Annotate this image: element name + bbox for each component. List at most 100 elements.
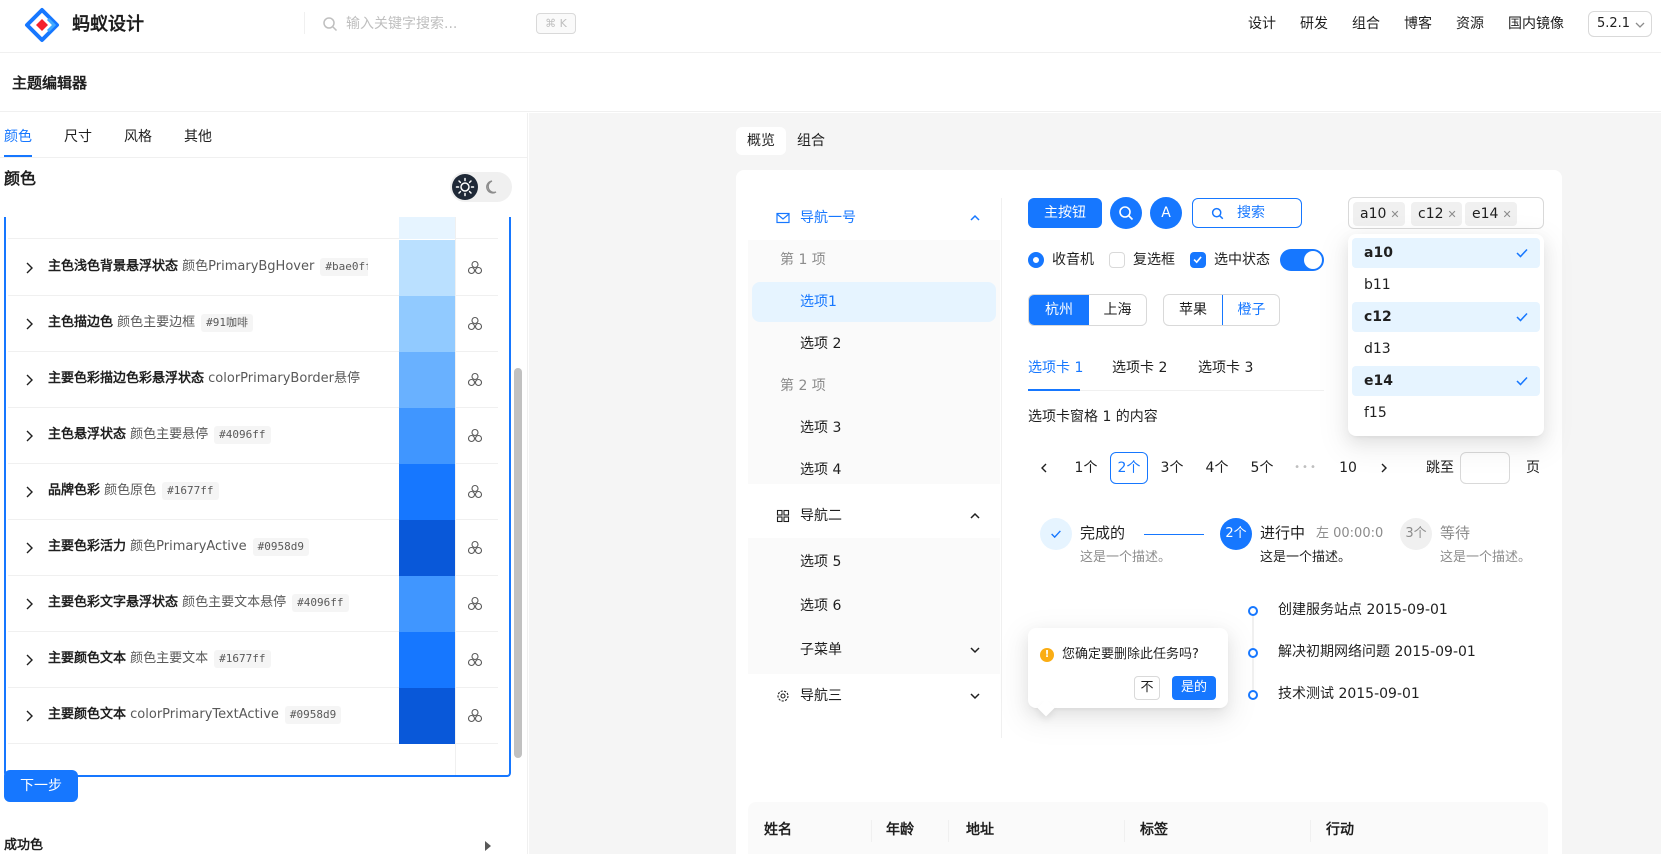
tab-2[interactable]: 选项卡 2 bbox=[1112, 358, 1167, 378]
color-palette-icon[interactable] bbox=[466, 539, 484, 557]
select-tag-e14[interactable]: e14 ✕ bbox=[1465, 202, 1517, 226]
menu-item-option-1[interactable]: 选项1 bbox=[752, 282, 996, 322]
brand-name[interactable]: 蚂蚁设计 bbox=[72, 13, 144, 37]
chevron-right-icon[interactable] bbox=[24, 542, 34, 554]
close-icon[interactable]: ✕ bbox=[1448, 203, 1457, 227]
color-swatch[interactable] bbox=[399, 296, 455, 352]
popconfirm-ok-button[interactable]: 是的 bbox=[1172, 676, 1216, 700]
chevron-right-icon[interactable] bbox=[24, 654, 34, 666]
pagination-ellipsis[interactable]: ••• bbox=[1286, 452, 1326, 484]
chevron-right-icon[interactable] bbox=[24, 486, 34, 498]
page-2[interactable]: 2个 bbox=[1110, 452, 1148, 484]
topmenu-design[interactable]: 设计 bbox=[1248, 14, 1276, 34]
page-10[interactable]: 10 bbox=[1328, 452, 1368, 484]
select-option[interactable]: b11 bbox=[1352, 270, 1540, 300]
topmenu-resources[interactable]: 资源 bbox=[1456, 14, 1484, 34]
select-option[interactable]: e14 bbox=[1352, 366, 1540, 396]
menu-nav-3[interactable]: 导航三 bbox=[748, 676, 1000, 716]
color-swatch[interactable] bbox=[399, 520, 455, 576]
menu-submenu[interactable]: 子菜单 bbox=[748, 630, 1000, 670]
page-4[interactable]: 4个 bbox=[1197, 452, 1237, 484]
radio-option-apple[interactable]: 苹果 bbox=[1164, 295, 1222, 325]
checkbox[interactable] bbox=[1109, 252, 1125, 268]
color-palette-icon[interactable] bbox=[466, 483, 484, 501]
radio-option-orange[interactable]: 橙子 bbox=[1222, 295, 1279, 325]
column-tags[interactable]: 标签 bbox=[1140, 820, 1168, 840]
topmenu-develop[interactable]: 研发 bbox=[1300, 14, 1328, 34]
color-palette-icon[interactable] bbox=[466, 595, 484, 613]
search-circle-button[interactable] bbox=[1110, 197, 1142, 229]
tab-1[interactable]: 选项卡 1 bbox=[1028, 358, 1083, 378]
token-row[interactable]: 主色描边色 颜色主要边框 #91咖啡 bbox=[8, 296, 498, 352]
step-3-icon[interactable]: 3个 bbox=[1400, 518, 1432, 550]
step-2-icon[interactable]: 2个 bbox=[1220, 518, 1252, 550]
page-5[interactable]: 5个 bbox=[1242, 452, 1282, 484]
column-action[interactable]: 行动 bbox=[1326, 820, 1354, 840]
color-palette-icon[interactable] bbox=[466, 651, 484, 669]
menu-item-option-6[interactable]: 选项 6 bbox=[748, 586, 1000, 626]
menu-nav-2[interactable]: 导航二 bbox=[748, 496, 1000, 536]
radio-button[interactable] bbox=[1028, 252, 1044, 268]
tab-overview[interactable]: 概览 bbox=[736, 127, 786, 155]
light-mode-button[interactable] bbox=[452, 174, 478, 200]
color-swatch[interactable] bbox=[399, 464, 455, 520]
caret-right-icon[interactable] bbox=[484, 841, 492, 851]
page-3[interactable]: 3个 bbox=[1152, 452, 1192, 484]
select-tag-c12[interactable]: c12 ✕ bbox=[1411, 202, 1462, 226]
primary-button[interactable]: 主按钮 bbox=[1028, 198, 1102, 228]
color-swatch[interactable] bbox=[399, 632, 455, 688]
color-swatch[interactable] bbox=[399, 240, 455, 296]
select-option[interactable]: d13 bbox=[1352, 334, 1540, 364]
token-row[interactable]: 主要色彩描边色彩悬浮状态 colorPrimaryBorder悬停 bbox=[8, 352, 498, 408]
color-palette-icon[interactable] bbox=[466, 707, 484, 725]
pagination-next-icon[interactable] bbox=[1378, 462, 1390, 474]
close-icon[interactable]: ✕ bbox=[1502, 203, 1511, 227]
color-swatch[interactable] bbox=[399, 576, 455, 632]
topmenu-mirror[interactable]: 国内镜像 bbox=[1508, 14, 1564, 34]
search-button[interactable]: 搜索 bbox=[1192, 198, 1302, 228]
chevron-right-icon[interactable] bbox=[24, 374, 34, 386]
version-select[interactable]: 5.2.1 bbox=[1588, 11, 1652, 37]
pagination-prev-icon[interactable] bbox=[1038, 462, 1050, 474]
chevron-right-icon[interactable] bbox=[24, 262, 34, 274]
jump-page-input[interactable] bbox=[1460, 452, 1510, 484]
checked-checkbox[interactable] bbox=[1190, 252, 1206, 268]
column-age[interactable]: 年龄 bbox=[886, 820, 914, 840]
radio-option-shanghai[interactable]: 上海 bbox=[1089, 295, 1146, 325]
select-tag-a10[interactable]: a10 ✕ bbox=[1353, 202, 1405, 226]
color-swatch[interactable] bbox=[399, 352, 455, 408]
column-name[interactable]: 姓名 bbox=[764, 820, 792, 840]
light-dark-toggle[interactable] bbox=[450, 172, 512, 202]
menu-item-option-3[interactable]: 选项 3 bbox=[748, 408, 1000, 448]
topmenu-components[interactable]: 组合 bbox=[1352, 14, 1380, 34]
moon-icon[interactable] bbox=[484, 178, 502, 196]
radio-option-hangzhou[interactable]: 杭州 bbox=[1029, 295, 1089, 325]
token-row[interactable]: 主要颜色文本 colorPrimaryTextActive #0958d9 bbox=[8, 688, 498, 744]
tab-composition[interactable]: 组合 bbox=[786, 127, 836, 155]
next-step-button[interactable]: 下一步 bbox=[4, 770, 78, 802]
tab-size[interactable]: 尺寸 bbox=[64, 127, 92, 147]
toggle-switch[interactable] bbox=[1280, 249, 1324, 271]
avatar-circle-button[interactable]: A bbox=[1150, 197, 1182, 229]
token-row[interactable]: 品牌色彩 颜色原色 #1677ff bbox=[8, 464, 498, 520]
chevron-right-icon[interactable] bbox=[24, 430, 34, 442]
token-row[interactable]: 主色浅色背景悬浮状态 颜色PrimaryBgHover #bae0ff bbox=[8, 240, 498, 296]
token-row[interactable]: 主要颜色文本 颜色主要文本 #1677ff bbox=[8, 632, 498, 688]
chevron-right-icon[interactable] bbox=[24, 710, 34, 722]
scrollbar-thumb[interactable] bbox=[514, 368, 522, 758]
menu-nav-1[interactable]: 导航一号 bbox=[748, 198, 1000, 238]
token-row[interactable]: 主要色彩文字悬浮状态 颜色主要文本悬停 #4096ff bbox=[8, 576, 498, 632]
tab-other[interactable]: 其他 bbox=[184, 127, 212, 147]
color-swatch[interactable] bbox=[399, 217, 455, 239]
multi-select[interactable]: a10 ✕ c12 ✕ e14 ✕ bbox=[1348, 197, 1544, 229]
menu-item-option-4[interactable]: 选项 4 bbox=[748, 450, 1000, 490]
site-search-input[interactable] bbox=[346, 12, 526, 36]
select-option[interactable]: a10 bbox=[1352, 238, 1540, 268]
chevron-right-icon[interactable] bbox=[24, 318, 34, 330]
color-swatch[interactable] bbox=[399, 688, 455, 744]
color-palette-icon[interactable] bbox=[466, 427, 484, 445]
tab-color[interactable]: 颜色 bbox=[4, 127, 32, 147]
select-option[interactable]: c12 bbox=[1352, 302, 1540, 332]
chevron-right-icon[interactable] bbox=[24, 598, 34, 610]
color-palette-icon[interactable] bbox=[466, 315, 484, 333]
